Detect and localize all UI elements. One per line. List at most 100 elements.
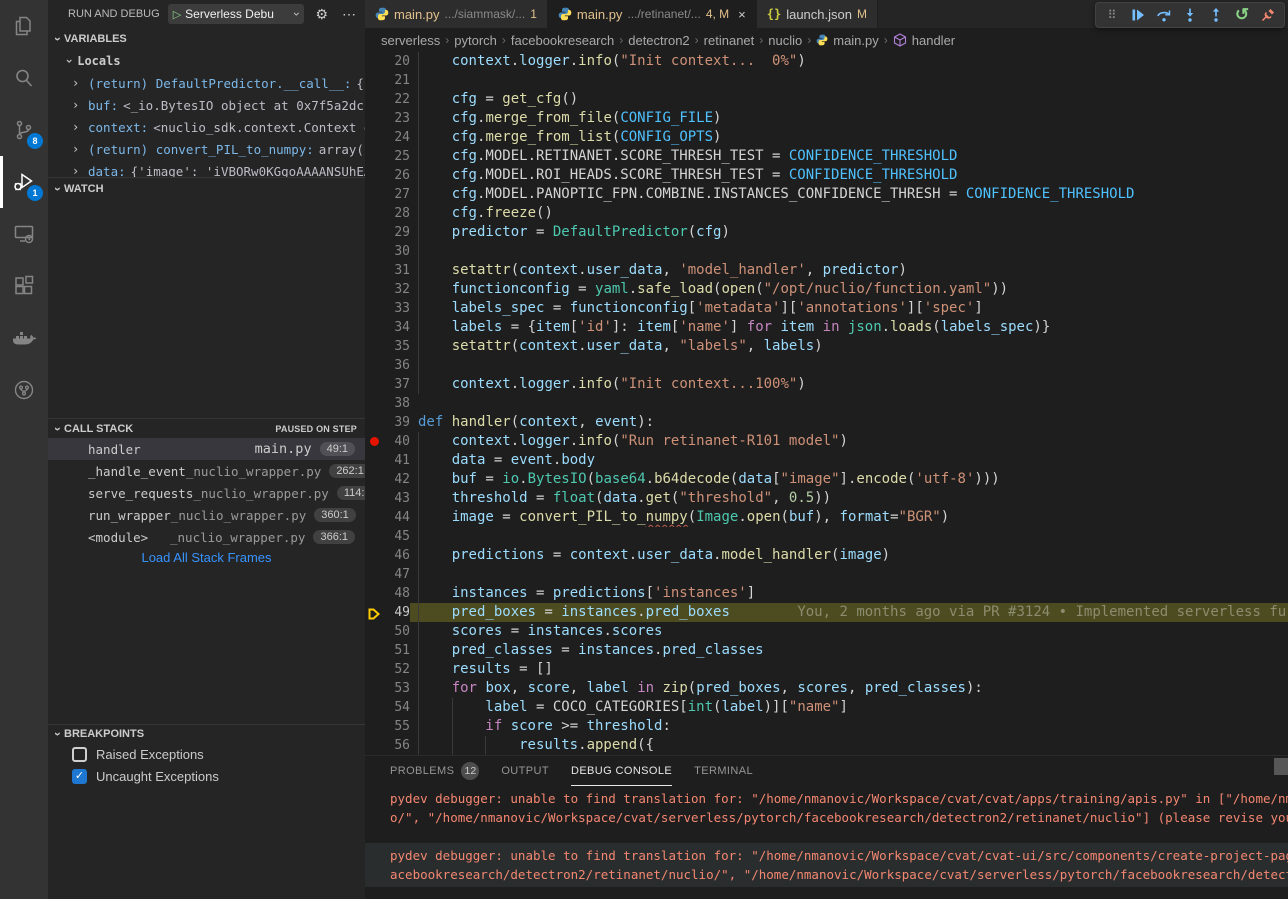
code-content[interactable]: instances = predictions['instances']	[410, 584, 1288, 603]
code-content[interactable]: pred_classes = instances.pred_classes	[410, 641, 1288, 660]
extensions-icon[interactable]	[0, 260, 48, 312]
code-editor[interactable]: 20context.logger.info("Init context... 0…	[365, 52, 1288, 755]
code-content[interactable]: label = COCO_CATEGORIES[int(label)]["nam…	[410, 698, 1288, 717]
breadcrumb-detectron2[interactable]: detectron2	[628, 33, 689, 48]
breakpoint-gutter[interactable]	[365, 337, 383, 356]
code-content[interactable]: buf = io.BytesIO(base64.b64decode(data["…	[410, 470, 1288, 489]
breakpoint-gutter[interactable]	[365, 717, 383, 736]
locals-scope-row[interactable]: › Locals	[48, 50, 365, 72]
call-stack-frame[interactable]: _handle_event_nuclio_wrapper.py262:1	[48, 460, 365, 482]
run-and-debug-icon[interactable]: 1	[0, 156, 48, 208]
breakpoint-gutter[interactable]	[365, 698, 383, 717]
checkbox-unchecked-icon[interactable]	[72, 747, 87, 762]
breadcrumb-nuclio[interactable]: nuclio	[768, 33, 802, 48]
tab-terminal[interactable]: TERMINAL	[694, 756, 753, 786]
code-content[interactable]: cfg.freeze()	[410, 204, 1288, 223]
code-content[interactable]: setattr(context.user_data, "labels", lab…	[410, 337, 1288, 356]
breakpoint-gutter[interactable]	[365, 109, 383, 128]
breakpoint-row[interactable]: ✓Uncaught Exceptions	[48, 766, 365, 788]
code-content[interactable]: context.logger.info("Run retinanet-R101 …	[410, 432, 1288, 451]
launch-config-dropdown[interactable]: ▷ Serverless Debu ›	[168, 4, 305, 24]
code-content[interactable]: cfg.merge_from_file(CONFIG_FILE)	[410, 109, 1288, 128]
breadcrumb-handler[interactable]: handler	[912, 33, 955, 48]
code-content[interactable]: labels_spec = functionconfig['metadata']…	[410, 299, 1288, 318]
more-actions-icon[interactable]: ⋯	[339, 6, 359, 23]
code-content[interactable]: setattr(context.user_data, 'model_handle…	[410, 261, 1288, 280]
code-content[interactable]	[410, 565, 1288, 584]
breakpoint-gutter[interactable]	[365, 204, 383, 223]
code-content[interactable]: results = []	[410, 660, 1288, 679]
breadcrumb-pytorch[interactable]: pytorch	[454, 33, 497, 48]
breakpoint-gutter[interactable]	[365, 660, 383, 679]
breakpoint-gutter[interactable]	[365, 166, 383, 185]
breakpoint-gutter[interactable]	[365, 356, 383, 375]
code-content[interactable]: data = event.body	[410, 451, 1288, 470]
load-all-stack-frames-link[interactable]: Load All Stack Frames	[48, 548, 365, 568]
variable-row[interactable]: ›data:{'image': 'iVBORw0KGgoAAAANSUhE…	[48, 160, 365, 177]
code-content[interactable]: labels = {item['id']: item['name'] for i…	[410, 318, 1288, 337]
code-content[interactable]: context.logger.info("Init context...100%…	[410, 375, 1288, 394]
breakpoint-row[interactable]: Raised Exceptions	[48, 744, 365, 766]
code-content[interactable]: cfg = get_cfg()	[410, 90, 1288, 109]
breakpoint-gutter[interactable]	[365, 185, 383, 204]
panel-scrollbar-thumb[interactable]	[1274, 758, 1288, 775]
breakpoint-gutter[interactable]	[365, 546, 383, 565]
breakpoint-gutter[interactable]	[365, 52, 383, 71]
close-icon[interactable]: ×	[738, 7, 746, 22]
checkbox-checked-icon[interactable]: ✓	[72, 769, 87, 784]
variable-row[interactable]: ›buf:<_io.BytesIO object at 0x7f5a2dc1ec…	[48, 94, 365, 116]
breakpoint-gutter[interactable]	[365, 223, 383, 242]
continue-button[interactable]	[1126, 4, 1150, 26]
breakpoint-gutter[interactable]	[365, 603, 383, 622]
code-content[interactable]	[410, 394, 1288, 413]
code-content[interactable]: cfg.MODEL.PANOPTIC_FPN.COMBINE.INSTANCES…	[410, 185, 1288, 204]
code-content[interactable]	[410, 242, 1288, 261]
breakpoint-gutter[interactable]	[365, 736, 383, 755]
breakpoint-gutter[interactable]	[365, 432, 383, 451]
variable-row[interactable]: ›context:<nuclio_sdk.context.Context obj…	[48, 116, 365, 138]
variables-section-header[interactable]: › VARIABLES	[48, 28, 365, 50]
breakpoint-gutter[interactable]	[365, 318, 383, 337]
call-stack-frame[interactable]: <module>_nuclio_wrapper.py366:1	[48, 526, 365, 548]
docker-icon[interactable]	[0, 312, 48, 364]
call-stack-frame[interactable]: run_wrapper_nuclio_wrapper.py360:1	[48, 504, 365, 526]
breakpoint-gutter[interactable]	[365, 641, 383, 660]
breakpoint-gutter[interactable]	[365, 679, 383, 698]
breakpoint-gutter[interactable]	[365, 90, 383, 109]
code-content[interactable]: predictions = context.user_data.model_ha…	[410, 546, 1288, 565]
breakpoint-gutter[interactable]	[365, 451, 383, 470]
code-content[interactable]: pred_boxes = instances.pred_boxesYou, 2 …	[410, 603, 1288, 622]
source-control-icon[interactable]: 8	[0, 104, 48, 156]
breakpoint-gutter[interactable]	[365, 71, 383, 90]
code-content[interactable]: image = convert_PIL_to_numpy(Image.open(…	[410, 508, 1288, 527]
breadcrumb-facebookresearch[interactable]: facebookresearch	[511, 33, 614, 48]
code-content[interactable]: threshold = float(data.get("threshold", …	[410, 489, 1288, 508]
toolbar-drag-grip[interactable]: ⠿	[1100, 4, 1124, 26]
step-into-button[interactable]	[1178, 4, 1202, 26]
code-content[interactable]: def handler(context, event):	[410, 413, 1288, 432]
step-out-button[interactable]	[1204, 4, 1228, 26]
breakpoint-gutter[interactable]	[365, 508, 383, 527]
restart-button[interactable]: ↺	[1230, 4, 1254, 26]
breakpoint-gutter[interactable]	[365, 128, 383, 147]
code-content[interactable]: results.append({	[410, 736, 1288, 755]
code-content[interactable]: cfg.merge_from_list(CONFIG_OPTS)	[410, 128, 1288, 147]
search-icon[interactable]	[0, 52, 48, 104]
git-graph-icon[interactable]	[0, 364, 48, 416]
watch-section-header[interactable]: › WATCH	[48, 177, 365, 199]
breakpoint-gutter[interactable]	[365, 622, 383, 641]
step-over-button[interactable]	[1152, 4, 1176, 26]
remote-explorer-icon[interactable]	[0, 208, 48, 260]
breakpoint-gutter[interactable]	[365, 375, 383, 394]
call-stack-frame[interactable]: serve_requests_nuclio_wrapper.py114:1	[48, 482, 365, 504]
breakpoint-gutter[interactable]	[365, 565, 383, 584]
gear-icon[interactable]: ⚙	[312, 6, 331, 23]
code-content[interactable]: cfg.MODEL.ROI_HEADS.SCORE_THRESH_TEST = …	[410, 166, 1288, 185]
breakpoint-gutter[interactable]	[365, 147, 383, 166]
breadcrumb-main-py[interactable]: main.py	[833, 33, 879, 48]
breakpoint-gutter[interactable]	[365, 584, 383, 603]
breakpoint-gutter[interactable]	[365, 280, 383, 299]
call-stack-section-header[interactable]: › CALL STACK PAUSED ON STEP	[48, 418, 365, 438]
code-content[interactable]	[410, 71, 1288, 90]
code-content[interactable]: if score >= threshold:	[410, 717, 1288, 736]
